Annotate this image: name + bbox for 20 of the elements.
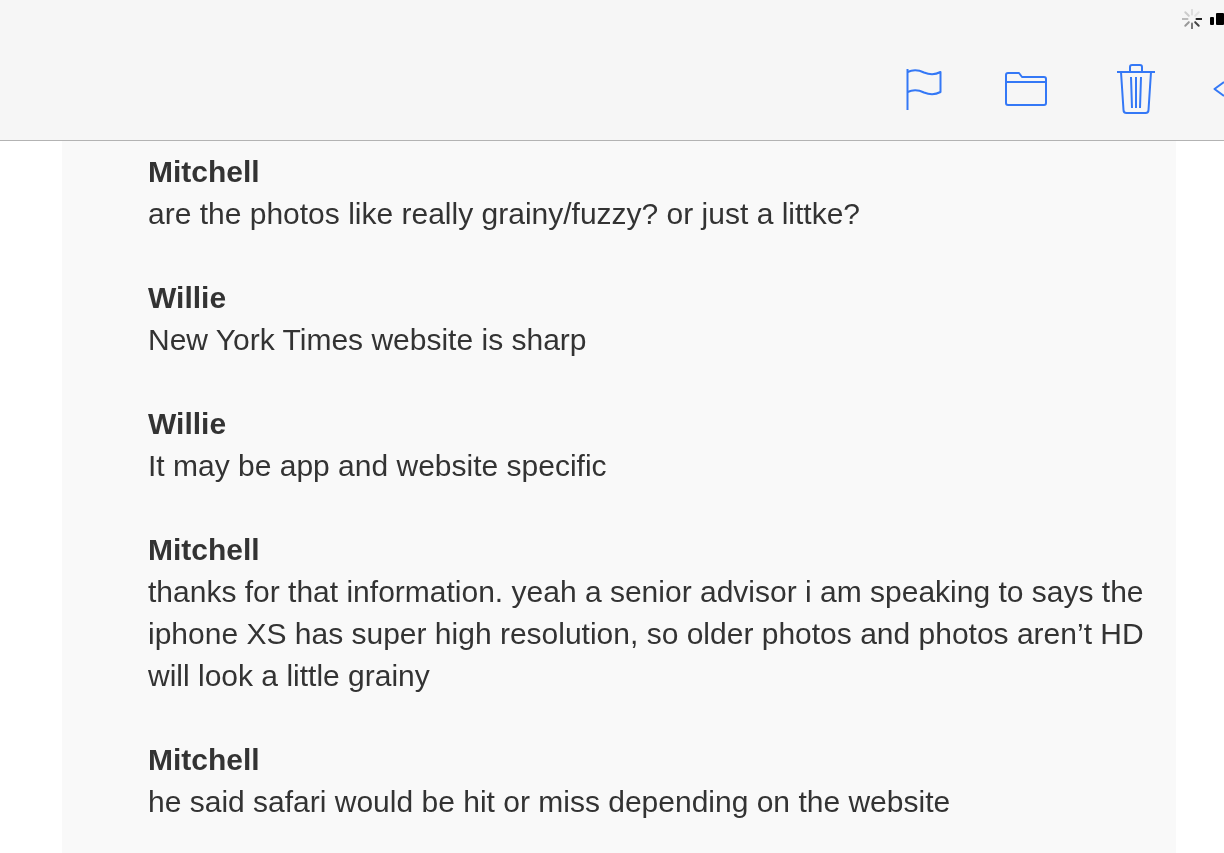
folder-icon bbox=[1005, 72, 1047, 106]
sender-name: Mitchell bbox=[148, 154, 261, 190]
folder-button[interactable] bbox=[1005, 72, 1047, 106]
sender-name: Willie bbox=[148, 406, 228, 442]
message-text: are the photos like really grainy/fuzzy? or just a littke? bbox=[148, 196, 862, 232]
activity-spinner-icon bbox=[1182, 9, 1202, 29]
flag-button[interactable] bbox=[906, 68, 942, 110]
flag-icon bbox=[906, 68, 942, 110]
trash-button[interactable] bbox=[1117, 64, 1155, 114]
sender-name: Willie bbox=[148, 280, 228, 316]
left-chevron-icon bbox=[1213, 81, 1224, 97]
message-text: It may be app and website specific bbox=[148, 448, 608, 484]
message-text: he said safari would be hit or miss depending on the website bbox=[148, 784, 952, 820]
sender-name: Mitchell bbox=[148, 532, 261, 568]
sender-name: Mitchell bbox=[148, 742, 261, 778]
message-text: New York Times website is sharp bbox=[148, 322, 588, 358]
signal-bars-icon bbox=[1210, 13, 1224, 25]
message-text: thanks for that information. yeah a senior advisor i am speaking to says the iphone XS has super high resolution, so older photos and photos aren’t HD will look a little grainy bbox=[148, 574, 1145, 694]
chevron-button[interactable] bbox=[1213, 81, 1224, 97]
trash-icon bbox=[1117, 64, 1155, 114]
